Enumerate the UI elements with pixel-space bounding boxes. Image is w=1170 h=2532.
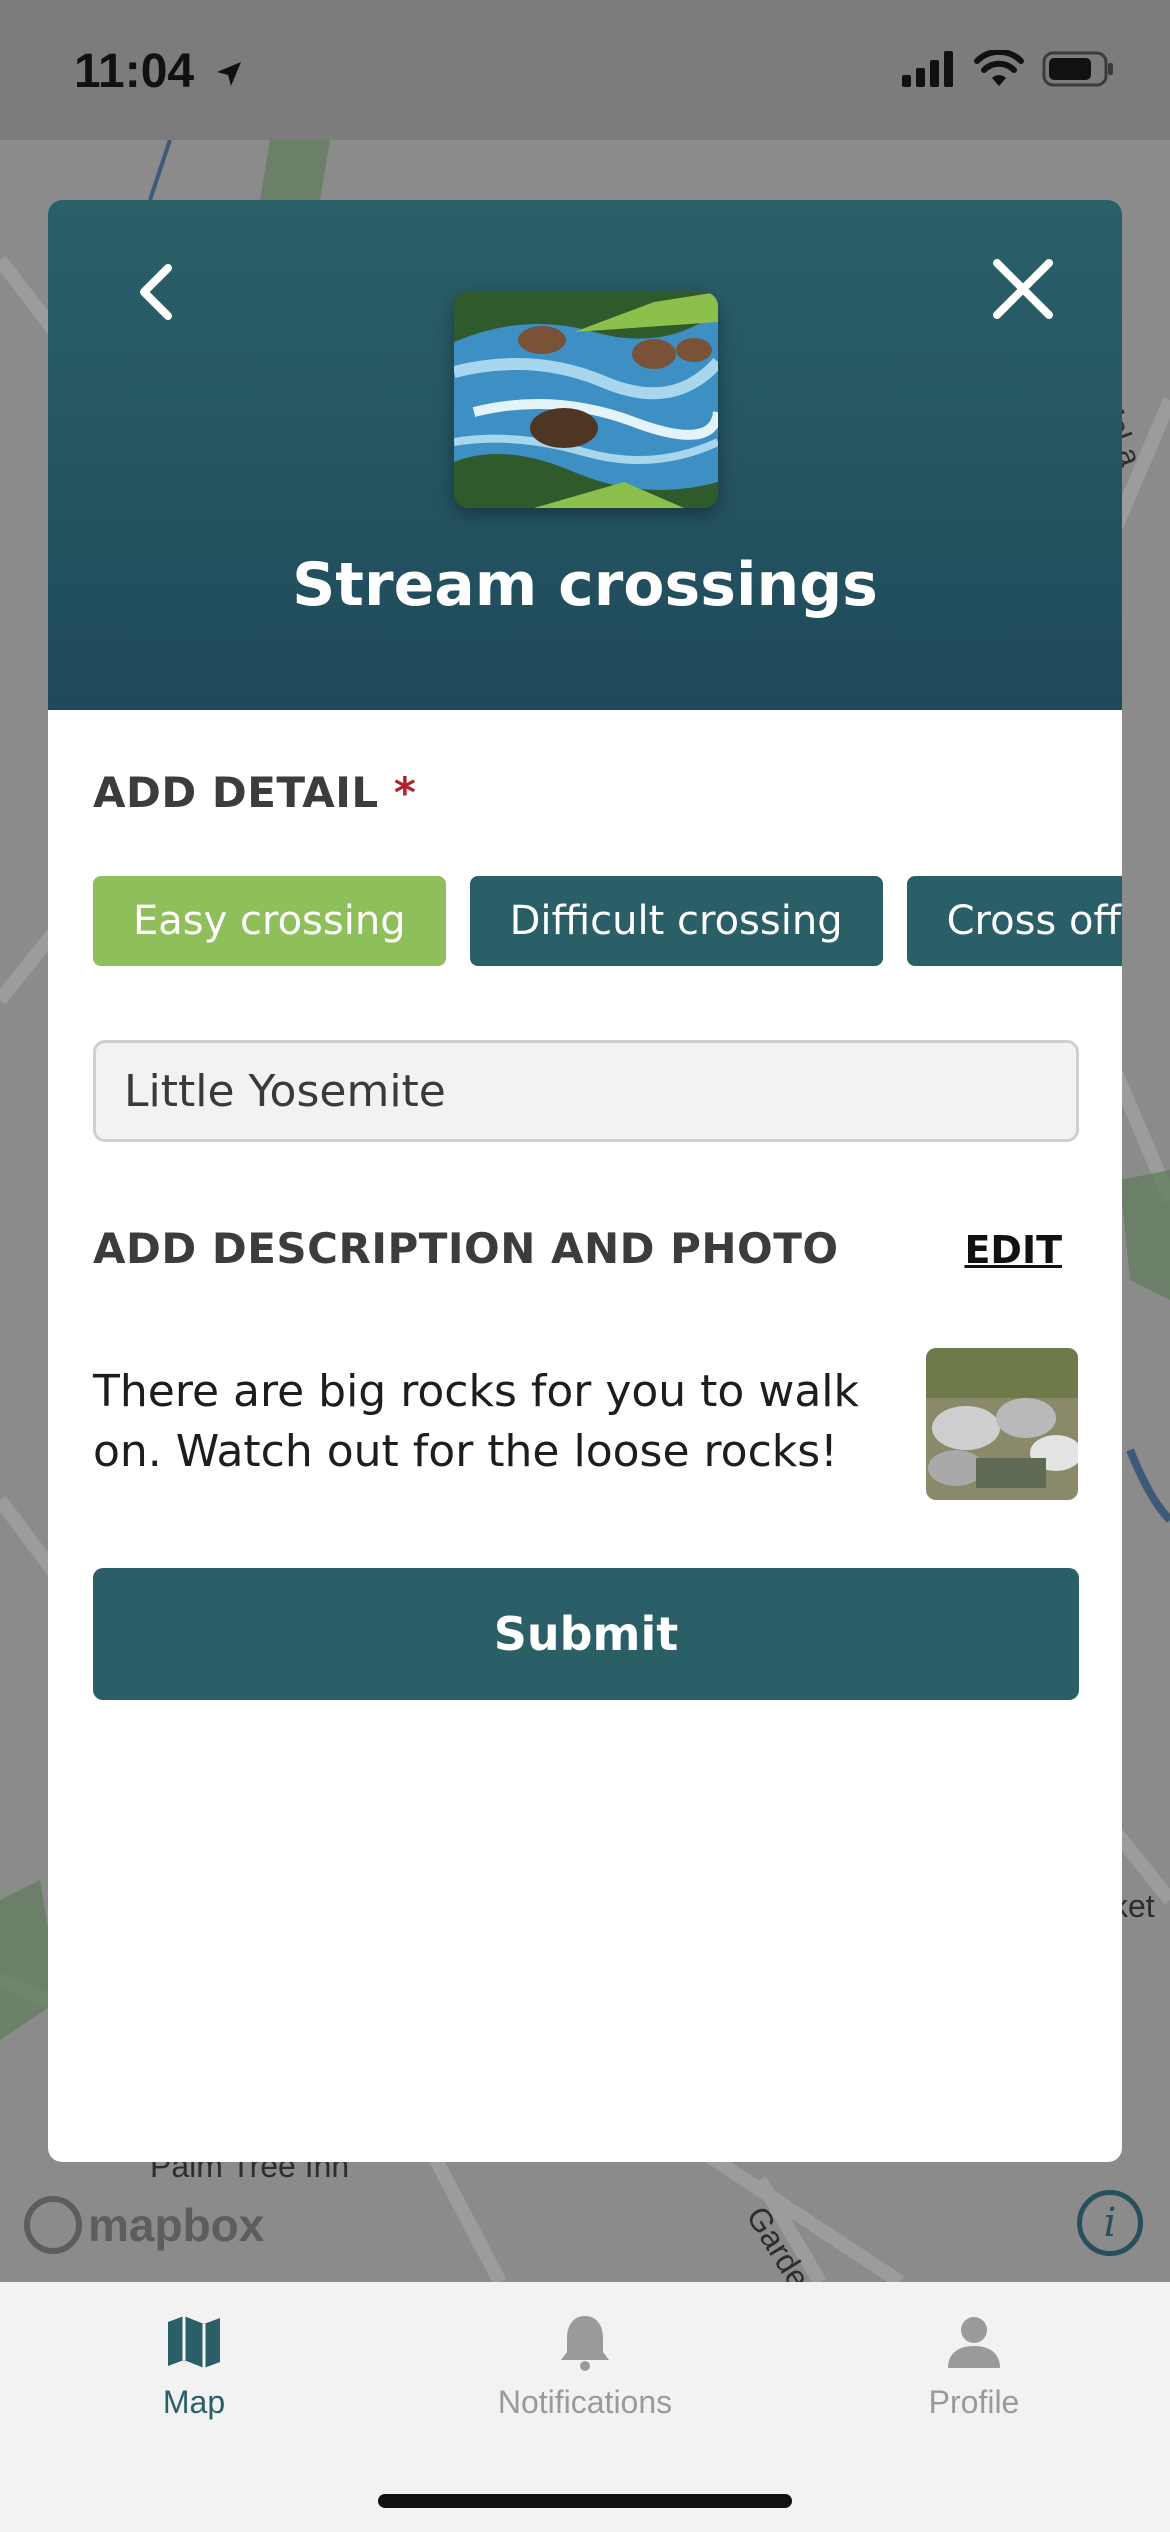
battery-icon — [1042, 51, 1113, 87]
cellular-signal-icon — [902, 51, 953, 87]
photo-thumbnail[interactable] — [926, 1348, 1078, 1500]
mapbox-logo-icon — [24, 2196, 82, 2254]
detail-chips: Easy crossing Difficult crossing Cross o… — [93, 876, 1122, 966]
chip-easy-crossing[interactable]: Easy crossing — [93, 876, 446, 966]
status-bar: 11:04 — [0, 0, 1170, 140]
status-time: 11:04 — [74, 44, 245, 99]
submit-button[interactable]: Submit — [93, 1568, 1079, 1700]
description-heading: ADD DESCRIPTION AND PHOTO — [93, 1224, 839, 1273]
chip-cross-off-trail[interactable]: Cross off trail — [906, 876, 1122, 966]
edit-link[interactable]: EDIT — [964, 1228, 1062, 1272]
stream-crossing-illustration — [454, 292, 718, 508]
person-icon — [948, 2317, 1000, 2368]
required-marker: * — [393, 768, 417, 817]
modal-title: Stream crossings — [292, 550, 878, 620]
add-detail-heading: ADD DETAIL * — [93, 768, 416, 817]
status-icons — [902, 50, 1114, 88]
description-text: There are big rocks for you to walk on. … — [93, 1366, 859, 1477]
location-name-field[interactable]: Little Yosemite — [93, 1040, 1079, 1142]
tab-profile[interactable]: Profile — [844, 2312, 1104, 2421]
report-modal: Stream crossings ADD DETAIL * Easy cross… — [48, 200, 1122, 2162]
modal-header: Stream crossings — [48, 200, 1122, 710]
location-arrow-icon — [217, 62, 242, 87]
mapbox-logo[interactable]: mapbox — [24, 2196, 264, 2254]
wifi-icon — [974, 50, 1024, 86]
close-icon — [993, 259, 1053, 319]
tab-notifications[interactable]: Notifications — [455, 2312, 715, 2421]
status-time-text: 11:04 — [74, 45, 195, 98]
tab-profile-label: Profile — [928, 2384, 1020, 2420]
tab-notifications-label: Notifications — [497, 2384, 673, 2420]
mapbox-attribution: mapbox — [88, 2199, 265, 2251]
tab-map[interactable]: Map — [64, 2312, 324, 2421]
map-icon — [168, 2316, 220, 2368]
bell-icon — [561, 2316, 609, 2371]
back-button[interactable] — [116, 252, 196, 332]
tab-map-label: Map — [162, 2384, 226, 2420]
info-icon[interactable]: i — [1077, 2190, 1143, 2256]
location-name-value: Little Yosemite — [124, 1065, 446, 1117]
chip-difficult-crossing[interactable]: Difficult crossing — [469, 876, 883, 966]
chevron-left-icon — [140, 264, 172, 320]
close-button[interactable] — [978, 244, 1068, 334]
home-indicator — [378, 2494, 792, 2508]
add-detail-heading-text: ADD DETAIL — [93, 768, 379, 817]
